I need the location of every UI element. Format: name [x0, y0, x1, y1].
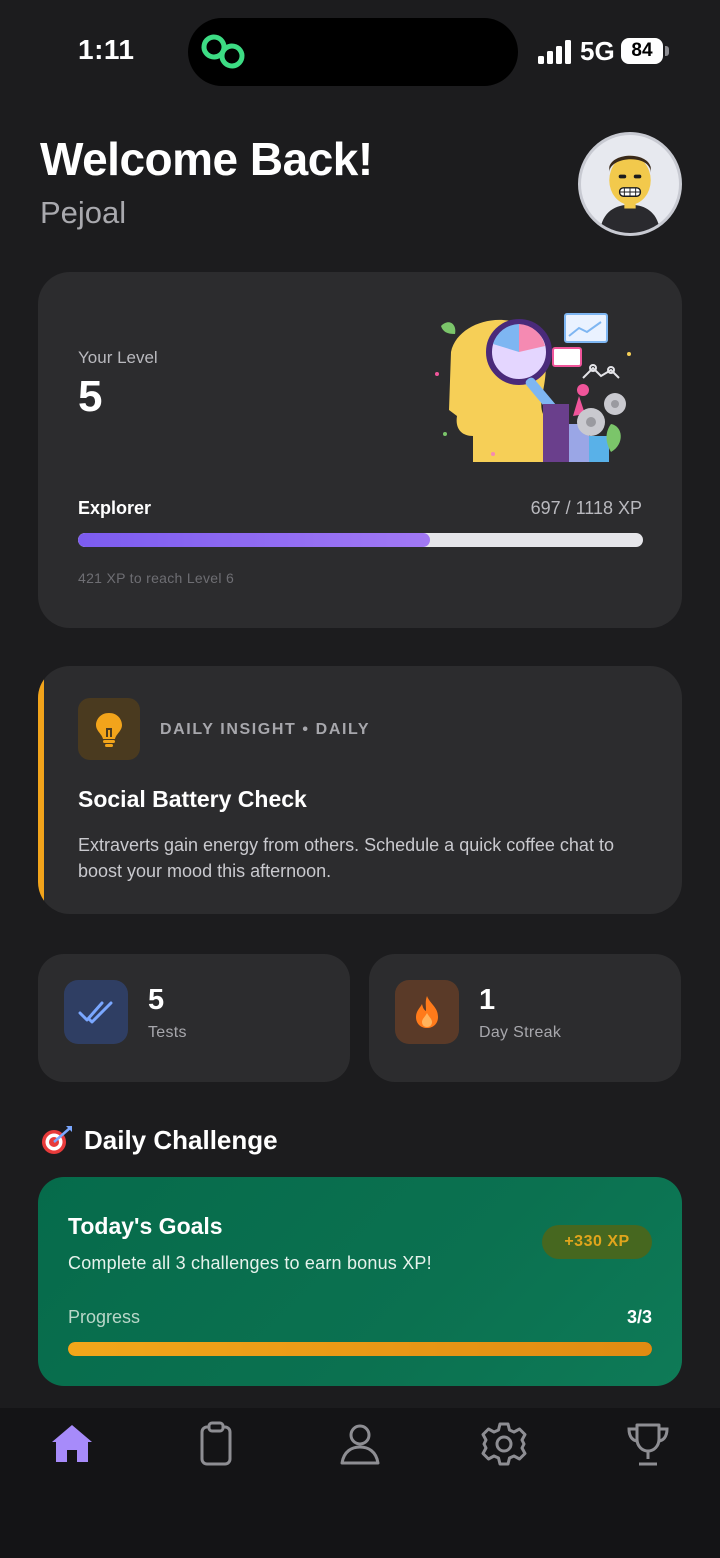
- level-progress-fill: [78, 533, 430, 547]
- tests-stat-card[interactable]: 5 Tests: [38, 954, 350, 1082]
- lightbulb-icon: [96, 713, 122, 747]
- xp-counter: 697 / 1118 XP: [530, 498, 642, 518]
- tests-label: Tests: [148, 1024, 187, 1041]
- todays-goals-card[interactable]: Today's Goals Complete all 3 challenges …: [38, 1177, 682, 1386]
- next-level-text: 421 XP to reach Level 6: [78, 570, 235, 586]
- level-value: 5: [78, 372, 103, 421]
- level-card: Your Level 5 Explorer 697 / 1118 XP 421 …: [38, 272, 682, 628]
- rank-name: Explorer: [78, 498, 152, 518]
- streak-icon-box: [395, 980, 459, 1044]
- trophy-icon[interactable]: [624, 1420, 672, 1468]
- avatar[interactable]: [578, 132, 682, 236]
- daily-insight-card[interactable]: DAILY INSIGHT • DAILY Social Battery Che…: [38, 666, 682, 914]
- username: Pejoal: [40, 195, 127, 230]
- insight-accent-bar: [38, 666, 44, 914]
- goals-title: Today's Goals: [68, 1213, 223, 1239]
- insight-body: Extraverts gain energy from others. Sche…: [78, 835, 614, 881]
- goals-subtitle: Complete all 3 challenges to earn bonus …: [68, 1253, 432, 1273]
- user-icon[interactable]: [336, 1420, 384, 1468]
- insight-title: Social Battery Check: [78, 786, 307, 812]
- insight-tag: DAILY INSIGHT • DAILY: [160, 721, 371, 738]
- target-dart-icon: [42, 1126, 72, 1154]
- daily-challenge-title: Daily Challenge: [84, 1124, 278, 1155]
- network-type: 5G: [580, 36, 615, 66]
- home-icon[interactable]: [48, 1420, 96, 1468]
- battery-cap: [665, 46, 669, 56]
- gear-icon[interactable]: [480, 1420, 528, 1468]
- flame-icon: [416, 996, 438, 1028]
- streak-label: Day Streak: [479, 1024, 562, 1041]
- level-progress-bar: [78, 533, 643, 547]
- daily-challenge-heading: Daily Challenge: [40, 1124, 278, 1156]
- battery-indicator: 84: [621, 38, 663, 64]
- head-analysis-illustration: [435, 313, 631, 462]
- goals-progress-label: Progress: [68, 1307, 141, 1327]
- tests-count: 5: [148, 984, 165, 1016]
- goals-progress-fill: [68, 1342, 652, 1356]
- user-avatar-icon: [599, 155, 661, 233]
- clipboard-icon[interactable]: [192, 1420, 240, 1468]
- goals-progress-count: 3/3: [626, 1307, 652, 1327]
- streak-count: 1: [479, 984, 496, 1016]
- level-label: Your Level: [78, 348, 158, 367]
- link-icon: [201, 34, 245, 69]
- signal-icon: [538, 40, 571, 64]
- streak-stat-card[interactable]: 1 Day Streak: [369, 954, 681, 1082]
- goals-progress-bar: [68, 1342, 652, 1356]
- status-time: 1:11: [78, 34, 135, 65]
- double-check-icon: [78, 1001, 113, 1024]
- xp-reward-badge: +330 XP: [542, 1225, 652, 1259]
- insight-icon-box: [78, 698, 140, 760]
- page-title: Welcome Back!: [40, 133, 373, 185]
- tests-icon-box: [64, 980, 128, 1044]
